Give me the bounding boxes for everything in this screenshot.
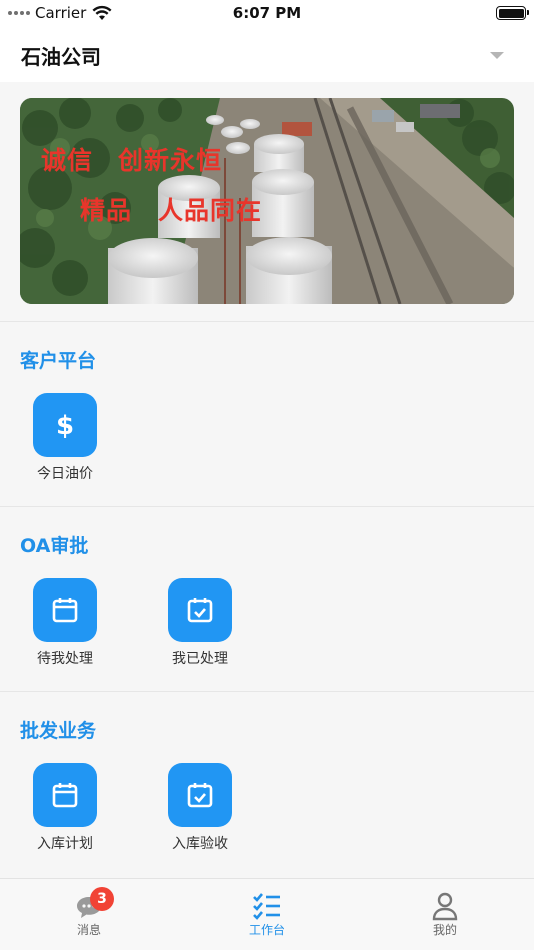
task-list-icon	[253, 893, 280, 920]
tab-label: 我的	[432, 923, 457, 937]
company-title[interactable]: 石油公司	[21, 41, 101, 70]
tab-messages[interactable]: 3 消息	[0, 879, 178, 950]
unread-badge: 3	[90, 887, 114, 911]
banner-slogan: 创新永恒	[118, 146, 223, 175]
tile-today-oil-price[interactable]: $ 今日油价	[15, 393, 115, 483]
clock: 6:07 PM	[232, 4, 302, 22]
tile-label: 入库验收	[172, 836, 228, 852]
tile-label: 入库计划	[37, 836, 93, 852]
section-title: 客户平台	[20, 350, 97, 372]
tab-label: 消息	[76, 923, 101, 937]
battery-icon	[496, 6, 529, 20]
banner-slogan: 精品	[80, 196, 133, 225]
section-title: 批发业务	[20, 720, 97, 742]
banner-image[interactable]: 诚信 创新永恒 精品 人品同在	[20, 98, 514, 304]
tile-stock-in-inspection[interactable]: 入库验收	[150, 763, 250, 853]
tile-label: 今日油价	[37, 466, 93, 482]
section-title: OA审批	[20, 535, 89, 557]
section-oa-approval: OA审批 待我处理 我已处理	[0, 506, 534, 691]
section-wholesale: 批发业务 入库计划 入库验收	[0, 691, 534, 878]
tab-profile[interactable]: 我的	[356, 879, 534, 950]
dollar-icon: $	[33, 393, 97, 457]
tile-stock-in-plan[interactable]: 入库计划	[15, 763, 115, 853]
chevron-down-icon[interactable]	[490, 52, 504, 59]
tab-workbench[interactable]: 工作台	[178, 879, 356, 950]
banner-slogan: 诚信	[41, 146, 94, 175]
status-bar: Carrier 6:07 PM	[0, 0, 534, 28]
header: 石油公司	[0, 28, 534, 82]
tab-bar: 3 消息 工作台 我的	[0, 878, 534, 950]
calendar-icon	[33, 763, 97, 827]
tab-label: 工作台	[248, 923, 285, 937]
tile-label: 我已处理	[172, 651, 228, 667]
calendar-check-icon	[168, 763, 232, 827]
tile-processed-approval[interactable]: 我已处理	[150, 578, 250, 668]
banner-slogan: 人品同在	[158, 196, 263, 225]
tile-pending-approval[interactable]: 待我处理	[15, 578, 115, 668]
section-customer-platform: 客户平台 $ 今日油价	[0, 321, 534, 506]
tile-label: 待我处理	[37, 651, 93, 667]
person-icon	[432, 892, 458, 921]
calendar-check-icon	[168, 578, 232, 642]
calendar-icon	[33, 578, 97, 642]
svg-text:$: $	[56, 411, 74, 441]
